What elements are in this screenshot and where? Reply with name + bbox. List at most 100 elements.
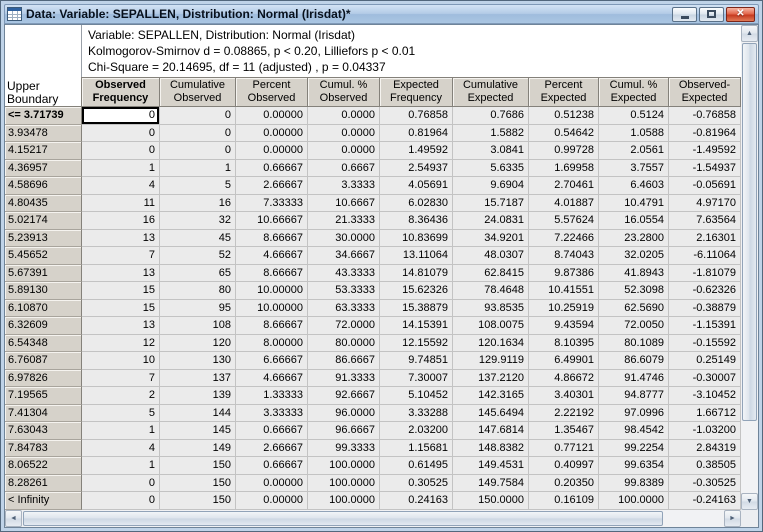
cell-r0-c4[interactable]: 0.76858 xyxy=(380,107,453,125)
cell-r4-c0[interactable]: 4 xyxy=(82,177,160,195)
cell-r13-c8[interactable]: -0.15592 xyxy=(669,335,741,353)
cell-r13-c5[interactable]: 120.1634 xyxy=(453,335,529,353)
row-label[interactable]: < Infinity xyxy=(5,492,82,510)
cell-r14-c2[interactable]: 6.66667 xyxy=(236,352,308,370)
cell-r6-c6[interactable]: 5.57624 xyxy=(529,212,599,230)
cell-r4-c4[interactable]: 4.05691 xyxy=(380,177,453,195)
cell-r14-c4[interactable]: 9.74851 xyxy=(380,352,453,370)
cell-r12-c7[interactable]: 72.0050 xyxy=(599,317,669,335)
cell-r15-c7[interactable]: 91.4746 xyxy=(599,370,669,388)
cell-r13-c6[interactable]: 8.10395 xyxy=(529,335,599,353)
row-label[interactable]: 4.36957 xyxy=(5,160,82,178)
cell-r1-c1[interactable]: 0 xyxy=(160,125,236,143)
cell-r3-c7[interactable]: 3.7557 xyxy=(599,160,669,178)
cell-r2-c1[interactable]: 0 xyxy=(160,142,236,160)
cell-r17-c2[interactable]: 3.33333 xyxy=(236,405,308,423)
cell-r2-c0[interactable]: 0 xyxy=(82,142,160,160)
cell-r22-c1[interactable]: 150 xyxy=(160,492,236,510)
cell-r17-c5[interactable]: 145.6494 xyxy=(453,405,529,423)
cell-r1-c2[interactable]: 0.00000 xyxy=(236,125,308,143)
cell-r19-c5[interactable]: 148.8382 xyxy=(453,440,529,458)
cell-r9-c4[interactable]: 14.81079 xyxy=(380,265,453,283)
cell-r16-c2[interactable]: 1.33333 xyxy=(236,387,308,405)
cell-r13-c0[interactable]: 12 xyxy=(82,335,160,353)
cell-r2-c6[interactable]: 0.99728 xyxy=(529,142,599,160)
cell-r9-c5[interactable]: 62.8415 xyxy=(453,265,529,283)
cell-r5-c0[interactable]: 11 xyxy=(82,195,160,213)
cell-r9-c6[interactable]: 9.87386 xyxy=(529,265,599,283)
cell-r3-c0[interactable]: 1 xyxy=(82,160,160,178)
row-label[interactable]: 6.32609 xyxy=(5,317,82,335)
cell-r14-c0[interactable]: 10 xyxy=(82,352,160,370)
cell-r22-c5[interactable]: 150.0000 xyxy=(453,492,529,510)
cell-r6-c2[interactable]: 10.66667 xyxy=(236,212,308,230)
cell-r14-c8[interactable]: 0.25149 xyxy=(669,352,741,370)
cell-r0-c0[interactable]: 0 xyxy=(82,107,160,125)
row-label[interactable]: 5.45652 xyxy=(5,247,82,265)
row-label[interactable]: 5.23913 xyxy=(5,230,82,248)
cell-r14-c1[interactable]: 130 xyxy=(160,352,236,370)
cell-r19-c6[interactable]: 0.77121 xyxy=(529,440,599,458)
cell-r1-c8[interactable]: -0.81964 xyxy=(669,125,741,143)
row-label[interactable]: 7.41304 xyxy=(5,405,82,423)
cell-r1-c7[interactable]: 1.0588 xyxy=(599,125,669,143)
cell-r19-c4[interactable]: 1.15681 xyxy=(380,440,453,458)
cell-r18-c7[interactable]: 98.4542 xyxy=(599,422,669,440)
scroll-left-icon[interactable]: ◄ xyxy=(5,510,22,527)
cell-r18-c8[interactable]: -1.03200 xyxy=(669,422,741,440)
cell-r8-c6[interactable]: 8.74043 xyxy=(529,247,599,265)
cell-r17-c4[interactable]: 3.33288 xyxy=(380,405,453,423)
cell-r3-c6[interactable]: 1.69958 xyxy=(529,160,599,178)
cell-r21-c6[interactable]: 0.20350 xyxy=(529,475,599,493)
column-header-5[interactable]: CumulativeExpected xyxy=(453,77,529,107)
vertical-scroll-thumb[interactable] xyxy=(742,43,757,421)
cell-r6-c5[interactable]: 24.0831 xyxy=(453,212,529,230)
cell-r2-c4[interactable]: 1.49592 xyxy=(380,142,453,160)
row-label[interactable]: 8.06522 xyxy=(5,457,82,475)
row-label[interactable]: 6.76087 xyxy=(5,352,82,370)
cell-r0-c5[interactable]: 0.7686 xyxy=(453,107,529,125)
cell-r7-c8[interactable]: 2.16301 xyxy=(669,230,741,248)
cell-r18-c0[interactable]: 1 xyxy=(82,422,160,440)
cell-r10-c6[interactable]: 10.41551 xyxy=(529,282,599,300)
cell-r15-c3[interactable]: 91.3333 xyxy=(308,370,380,388)
cell-r18-c3[interactable]: 96.6667 xyxy=(308,422,380,440)
cell-r15-c8[interactable]: -0.30007 xyxy=(669,370,741,388)
scroll-down-icon[interactable]: ▼ xyxy=(741,493,758,510)
cell-r12-c8[interactable]: -1.15391 xyxy=(669,317,741,335)
cell-r16-c5[interactable]: 142.3165 xyxy=(453,387,529,405)
cell-r2-c2[interactable]: 0.00000 xyxy=(236,142,308,160)
cell-r20-c5[interactable]: 149.4531 xyxy=(453,457,529,475)
scroll-up-icon[interactable]: ▲ xyxy=(741,25,758,42)
column-header-7[interactable]: Cumul. %Expected xyxy=(599,77,669,107)
cell-r4-c7[interactable]: 6.4603 xyxy=(599,177,669,195)
cell-r20-c0[interactable]: 1 xyxy=(82,457,160,475)
cell-r4-c6[interactable]: 2.70461 xyxy=(529,177,599,195)
cell-r21-c2[interactable]: 0.00000 xyxy=(236,475,308,493)
cell-r17-c6[interactable]: 2.22192 xyxy=(529,405,599,423)
minimize-button[interactable] xyxy=(672,7,697,22)
cell-r18-c2[interactable]: 0.66667 xyxy=(236,422,308,440)
cell-r6-c3[interactable]: 21.3333 xyxy=(308,212,380,230)
cell-r15-c5[interactable]: 137.2120 xyxy=(453,370,529,388)
cell-r21-c7[interactable]: 99.8389 xyxy=(599,475,669,493)
cell-r16-c1[interactable]: 139 xyxy=(160,387,236,405)
row-label[interactable]: 5.67391 xyxy=(5,265,82,283)
cell-r10-c4[interactable]: 15.62326 xyxy=(380,282,453,300)
cell-r5-c2[interactable]: 7.33333 xyxy=(236,195,308,213)
cell-r16-c7[interactable]: 94.8777 xyxy=(599,387,669,405)
cell-r19-c2[interactable]: 2.66667 xyxy=(236,440,308,458)
cell-r1-c0[interactable]: 0 xyxy=(82,125,160,143)
cell-r3-c2[interactable]: 0.66667 xyxy=(236,160,308,178)
cell-r21-c1[interactable]: 150 xyxy=(160,475,236,493)
cell-r17-c3[interactable]: 96.0000 xyxy=(308,405,380,423)
cell-r6-c8[interactable]: 7.63564 xyxy=(669,212,741,230)
column-header-0[interactable]: ObservedFrequency xyxy=(82,77,160,107)
cell-r19-c1[interactable]: 149 xyxy=(160,440,236,458)
cell-r19-c8[interactable]: 2.84319 xyxy=(669,440,741,458)
cell-r11-c1[interactable]: 95 xyxy=(160,300,236,318)
cell-r12-c6[interactable]: 9.43594 xyxy=(529,317,599,335)
cell-r12-c2[interactable]: 8.66667 xyxy=(236,317,308,335)
cell-r4-c2[interactable]: 2.66667 xyxy=(236,177,308,195)
cell-r21-c8[interactable]: -0.30525 xyxy=(669,475,741,493)
